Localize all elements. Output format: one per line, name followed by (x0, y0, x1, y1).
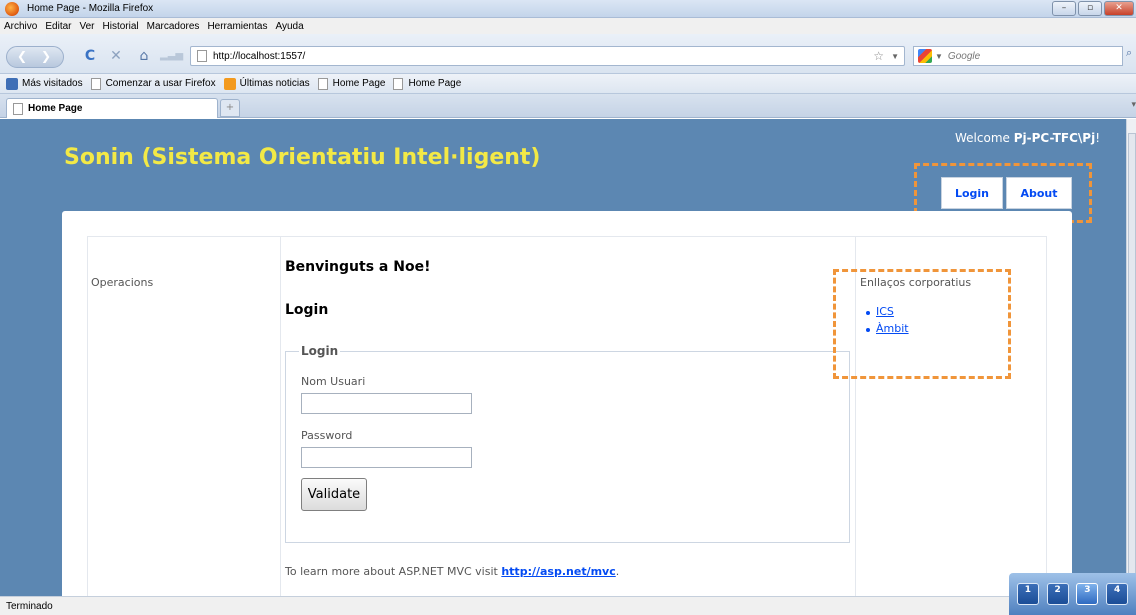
page-icon (90, 77, 101, 90)
welcome-heading: Benvinguts a Noe! (285, 259, 431, 275)
sidebar-operacions: Operacions (91, 276, 154, 289)
google-icon (918, 49, 932, 63)
bookmark-mas-visitados[interactable]: Más visitados (6, 77, 83, 90)
bookmark-ultimas-noticias[interactable]: Últimas noticias (223, 77, 310, 90)
welcome-user: Pj-PC-TFC\Pj (1013, 131, 1096, 145)
workspace-3-button[interactable]: 3 (1076, 583, 1099, 605)
new-tab-button[interactable]: + (220, 99, 240, 117)
scrollbar-thumb[interactable] (1128, 133, 1136, 578)
corporate-links-title: Enllaços corporatius (860, 276, 972, 289)
stop-icon[interactable]: ✕ (106, 46, 126, 66)
most-visited-icon (6, 77, 18, 90)
workspace-4-button[interactable]: 4 (1106, 583, 1129, 605)
search-box[interactable]: ▼ Google (913, 46, 1123, 66)
bookmark-label: Últimas noticias (239, 78, 310, 89)
status-bar: Terminado (0, 596, 1136, 615)
bookmark-label: Home Page (332, 78, 386, 89)
fieldset-legend: Login (299, 344, 341, 358)
login-menu-tab[interactable]: Login (941, 177, 1003, 209)
url-dropdown-icon[interactable]: ▼ (891, 52, 899, 61)
bookmark-label: Home Page (408, 78, 462, 89)
workspace-2-button[interactable]: 2 (1046, 583, 1069, 605)
page-icon (197, 50, 207, 62)
bookmarks-toolbar: Más visitados Comenzar a usar Firefox Úl… (0, 74, 1136, 94)
search-placeholder: Google (947, 50, 981, 62)
close-button[interactable]: ✕ (1104, 1, 1134, 16)
learn-more-text: To learn more about ASP.NET MVC visit ht… (285, 565, 619, 578)
bookmark-label: Comenzar a usar Firefox (105, 78, 216, 89)
signal-bars-icon: ▂▃▅ (160, 50, 184, 61)
bookmark-label: Más visitados (22, 78, 83, 89)
home-icon[interactable]: ⌂ (134, 46, 154, 66)
username-input[interactable] (301, 393, 472, 414)
link-ics[interactable]: ICS (876, 305, 894, 318)
learn-text: To learn more about ASP.NET MVC visit (285, 565, 498, 578)
navigation-toolbar: ❮ ❯ C ✕ ⌂ ▂▃▅ http://localhost:1557/ ☆ ▼… (0, 34, 1136, 74)
validate-button[interactable]: Validate (301, 478, 367, 511)
username-label: Nom Usuari (301, 375, 366, 388)
page-icon (317, 77, 328, 90)
menu-editar[interactable]: Editar (45, 21, 71, 32)
page-icon (13, 102, 23, 115)
menu-herramientas[interactable]: Herramientas (207, 21, 267, 32)
maximize-button[interactable]: ▫ (1078, 1, 1102, 16)
status-text: Terminado (6, 601, 53, 612)
bullet-icon (866, 311, 870, 315)
learn-end: . (615, 565, 620, 578)
site-title: Sonin (Sistema Orientatiu Intel·ligent) (64, 145, 541, 170)
workspace-1-button[interactable]: 1 (1016, 583, 1039, 605)
window-title: Home Page - Mozilla Firefox (27, 3, 154, 14)
back-forward-group: ❮ ❯ (6, 46, 64, 68)
tab-label: Home Page (28, 103, 83, 114)
welcome-prefix: Welcome (955, 131, 1010, 145)
menu-ver[interactable]: Ver (79, 21, 94, 32)
bookmark-home-page-1[interactable]: Home Page (317, 77, 386, 90)
asp-net-mvc-link[interactable]: http://asp.net/mvc (501, 565, 615, 578)
menu-archivo[interactable]: Archivo (4, 21, 37, 32)
forward-button-icon[interactable]: ❯ (41, 49, 51, 63)
search-engine-dropdown-icon[interactable]: ▼ (935, 52, 943, 61)
reload-icon[interactable]: C (80, 46, 100, 66)
about-menu-tab[interactable]: About (1006, 177, 1072, 209)
left-sidebar (88, 237, 281, 596)
bookmark-star-icon[interactable]: ☆ (873, 49, 884, 63)
password-input[interactable] (301, 447, 472, 468)
welcome-message: Welcome Pj-PC-TFC\Pj! (955, 131, 1100, 145)
back-button-icon[interactable]: ❮ (17, 49, 27, 63)
firefox-logo-icon (5, 1, 19, 16)
login-heading: Login (285, 302, 329, 318)
menu-bar: Archivo Editar Ver Historial Marcadores … (0, 18, 1136, 34)
search-icon[interactable]: ⌕ (1126, 46, 1132, 60)
window-titlebar: Home Page - Mozilla Firefox – ▫ ✕ (0, 0, 1136, 18)
page-icon (393, 77, 404, 90)
window-controls: – ▫ ✕ (1052, 1, 1134, 16)
rss-icon (223, 77, 236, 90)
tab-bar: Home Page + ▾ (0, 94, 1136, 118)
menu-historial[interactable]: Historial (103, 21, 139, 32)
welcome-suffix: ! (1095, 131, 1100, 145)
link-ambit[interactable]: Àmbit (876, 322, 909, 335)
bookmark-comenzar[interactable]: Comenzar a usar Firefox (90, 77, 216, 90)
bullet-icon (866, 328, 870, 332)
password-label: Password (301, 429, 353, 442)
vertical-scrollbar[interactable] (1126, 119, 1136, 596)
workspace-switcher: 1 2 3 4 (1009, 573, 1136, 615)
bookmark-home-page-2[interactable]: Home Page (393, 77, 462, 90)
tab-home-page[interactable]: Home Page (6, 98, 218, 118)
menu-ayuda[interactable]: Ayuda (275, 21, 303, 32)
minimize-button[interactable]: – (1052, 1, 1076, 16)
page-viewport: Welcome Pj-PC-TFC\Pj! Sonin (Sistema Ori… (0, 119, 1126, 596)
menu-marcadores[interactable]: Marcadores (147, 21, 200, 32)
url-text: http://localhost:1557/ (213, 50, 306, 62)
tab-list-icon[interactable]: ▾ (1131, 100, 1136, 110)
url-bar[interactable]: http://localhost:1557/ ☆ ▼ (190, 46, 905, 66)
